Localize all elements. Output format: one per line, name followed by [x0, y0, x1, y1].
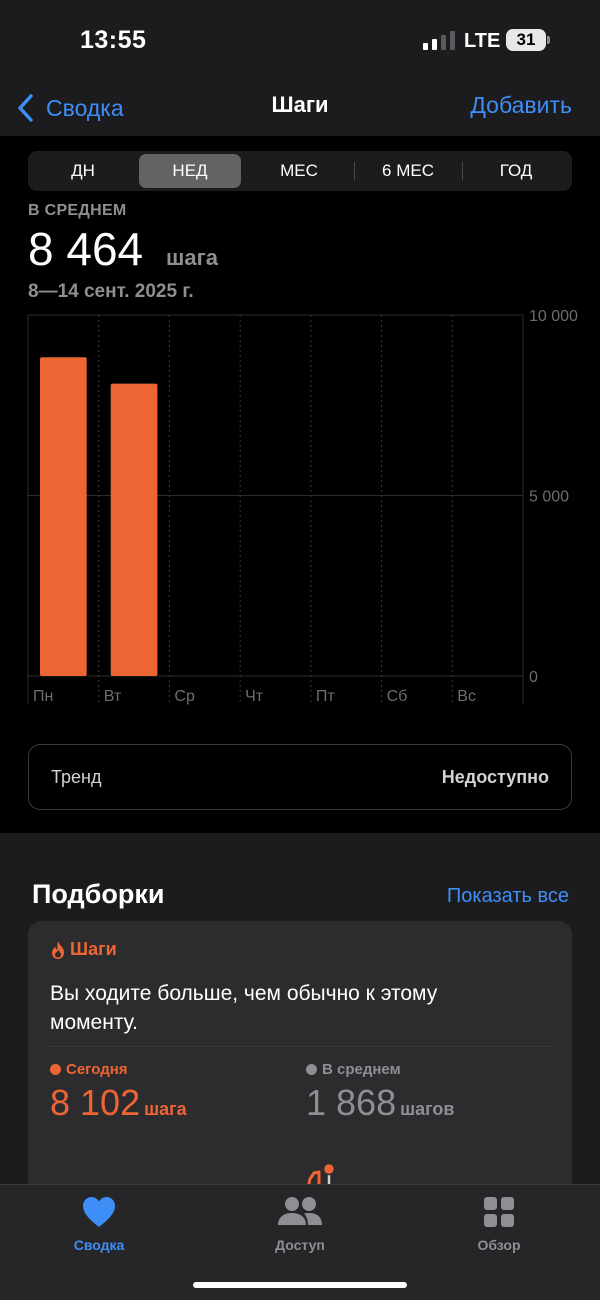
today-dot-icon — [50, 1064, 61, 1075]
trend-card[interactable]: Тренд Недоступно — [28, 744, 572, 810]
period-segmented-control: ДН НЕД МЕС 6 МЕС ГОД — [28, 151, 572, 191]
heart-icon — [83, 1197, 115, 1227]
average-stat: В среднем 1 868 шагов — [306, 1061, 454, 1124]
battery-level: 31 — [516, 30, 536, 49]
today-value: 8 102 — [50, 1082, 141, 1123]
back-button[interactable]: Сводка — [16, 90, 124, 126]
tab-summary[interactable]: Сводка — [29, 1195, 169, 1253]
average-value: 8 464 — [28, 223, 144, 275]
x-tick-label: Пн — [33, 688, 53, 705]
average-stat-value: 1 868 — [306, 1082, 397, 1123]
x-tick-label: Вс — [457, 688, 476, 705]
chevron-left-icon — [18, 94, 33, 122]
card-text: Вы ходите больше, чем обычно к этому мом… — [50, 982, 438, 1034]
tab-sharing-label: Доступ — [275, 1237, 325, 1253]
section-title: Подборки — [32, 879, 165, 909]
flame-icon — [52, 940, 64, 959]
segment-week[interactable]: НЕД — [139, 154, 241, 188]
average-stat-unit: шагов — [400, 1099, 455, 1119]
back-button-label: Сводка — [46, 94, 124, 121]
trend-status: Недоступно — [441, 767, 549, 787]
network-label: LTE — [464, 30, 501, 52]
y-tick-label: 5 000 — [529, 489, 569, 506]
highlight-card[interactable]: Шаги Вы ходите больше, чем обычно к этом… — [28, 921, 572, 1221]
nav-bar: Сводка Шаги Добавить — [0, 80, 600, 136]
cellular-signal-icon — [423, 31, 455, 50]
tab-sharing[interactable]: Доступ — [230, 1195, 370, 1253]
segment-day[interactable]: ДН — [31, 154, 135, 188]
x-tick-label: Вт — [104, 688, 122, 705]
y-tick-label: 10 000 — [529, 308, 578, 325]
y-tick-label: 0 — [529, 669, 538, 686]
today-stat: Сегодня 8 102 шага — [50, 1061, 187, 1124]
grid-icon — [484, 1197, 514, 1227]
steps-bar-chart[interactable]: 0 5 000 10 000 Пн Вт Ср Чт Пт Сб Вс — [0, 300, 600, 720]
average-stat-label: В среднем — [322, 1061, 401, 1078]
status-time: 13:55 — [80, 26, 147, 54]
average-label: В СРЕДНЕМ — [28, 202, 127, 219]
bar[interactable] — [110, 383, 158, 676]
segment-6-months[interactable]: 6 МЕС — [355, 154, 461, 188]
status-bar: 13:55 LTE 31 — [0, 0, 600, 80]
average-dot-icon — [306, 1064, 317, 1075]
tab-bar: Сводка Доступ Обзор — [0, 1184, 600, 1300]
tab-browse[interactable]: Обзор — [429, 1195, 569, 1253]
x-tick-label: Ср — [174, 688, 195, 705]
trend-label: Тренд — [51, 767, 102, 787]
x-tick-label: Сб — [387, 688, 408, 705]
card-divider — [50, 1046, 550, 1047]
tab-summary-label: Сводка — [73, 1237, 125, 1253]
segment-year[interactable]: ГОД — [463, 154, 569, 188]
card-tag-label: Шаги — [70, 939, 117, 959]
add-button[interactable]: Добавить — [470, 92, 572, 119]
today-label: Сегодня — [66, 1061, 128, 1078]
bar[interactable] — [40, 357, 87, 676]
card-tag: Шаги — [50, 939, 117, 960]
x-tick-label: Чт — [245, 688, 264, 705]
x-tick-label: Пт — [316, 688, 336, 705]
battery-icon: 31 — [506, 29, 550, 51]
segment-month[interactable]: МЕС — [245, 154, 353, 188]
average-unit: шага — [166, 245, 218, 270]
people-icon — [278, 1197, 322, 1225]
tab-browse-label: Обзор — [477, 1237, 521, 1253]
show-all-link[interactable]: Показать все — [447, 885, 569, 908]
today-unit: шага — [144, 1099, 187, 1119]
home-indicator — [193, 1282, 407, 1288]
